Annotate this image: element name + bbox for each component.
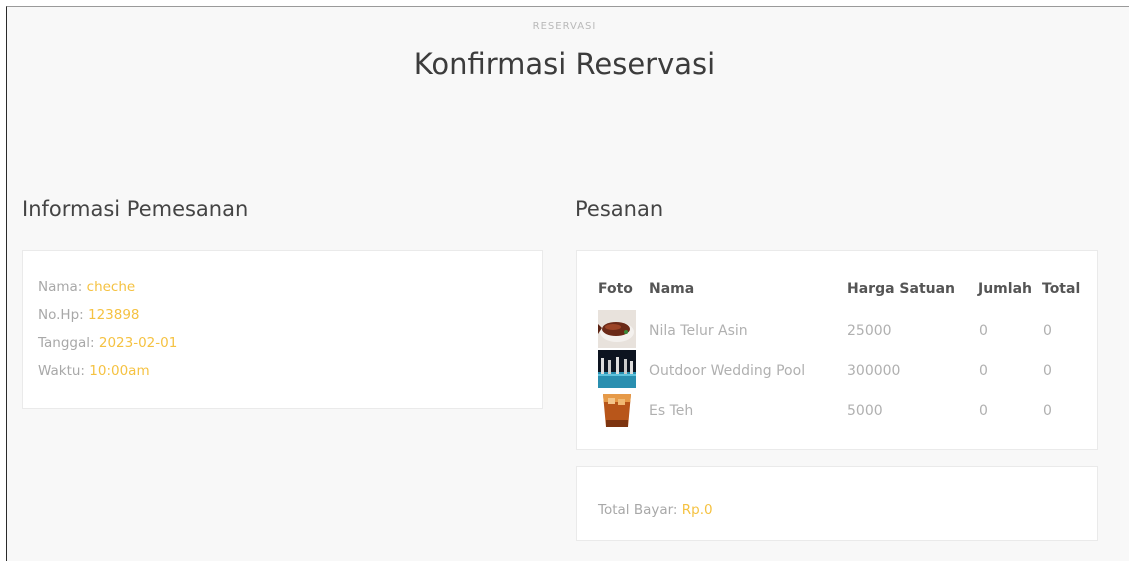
row-3-qty: 0 <box>979 403 988 419</box>
row-2-unit-price: 300000 <box>847 363 901 379</box>
phone-label: No.Hp: <box>38 307 84 323</box>
time-line: Waktu: 10:00am <box>38 363 150 379</box>
phone-line: No.Hp: 123898 <box>38 307 140 323</box>
col-header-photo: Foto <box>598 281 633 297</box>
pool-venue-icon <box>598 350 636 388</box>
total-payment-line: Total Bayar: Rp.0 <box>598 502 713 518</box>
orders-card <box>576 250 1098 450</box>
col-header-name: Nama <box>649 281 695 297</box>
page-title: Konfirmasi Reservasi <box>413 47 716 81</box>
row-1-qty: 0 <box>979 323 988 339</box>
booking-info-heading: Informasi Pemesanan <box>22 197 249 221</box>
col-header-total: Total <box>1042 281 1081 297</box>
phone-value: 123898 <box>87 307 140 323</box>
col-header-qty: Jumlah <box>978 281 1032 297</box>
row-2-name: Outdoor Wedding Pool <box>649 363 806 379</box>
name-label: Nama: <box>38 279 83 295</box>
orders-heading: Pesanan <box>575 197 664 221</box>
total-payment-label: Total Bayar: <box>598 502 678 518</box>
name-value: cheche <box>86 279 136 295</box>
row-3-total: 0 <box>1043 403 1052 419</box>
time-value: 10:00am <box>89 363 150 379</box>
total-payment-value: Rp.0 <box>681 502 713 518</box>
col-header-unit-price: Harga Satuan <box>847 281 956 297</box>
date-label: Tanggal: <box>38 335 95 351</box>
date-line: Tanggal: 2023-02-01 <box>38 335 177 351</box>
name-line: Nama: cheche <box>38 279 135 295</box>
time-label: Waktu: <box>38 363 85 379</box>
iced-tea-icon <box>598 390 636 428</box>
row-2-qty: 0 <box>979 363 988 379</box>
date-value: 2023-02-01 <box>98 335 178 351</box>
section-eyebrow: RESERVASI <box>532 21 597 32</box>
booking-info-card: Nama: cheche No.Hp: 123898 Tanggal: 2023… <box>22 250 543 409</box>
row-1-total: 0 <box>1043 323 1052 339</box>
row-2-total: 0 <box>1043 363 1052 379</box>
row-3-unit-price: 5000 <box>847 403 883 419</box>
row-3-name: Es Teh <box>649 403 694 419</box>
row-1-unit-price: 25000 <box>847 323 892 339</box>
row-1-name: Nila Telur Asin <box>649 323 748 339</box>
grilled-fish-icon <box>598 310 636 348</box>
